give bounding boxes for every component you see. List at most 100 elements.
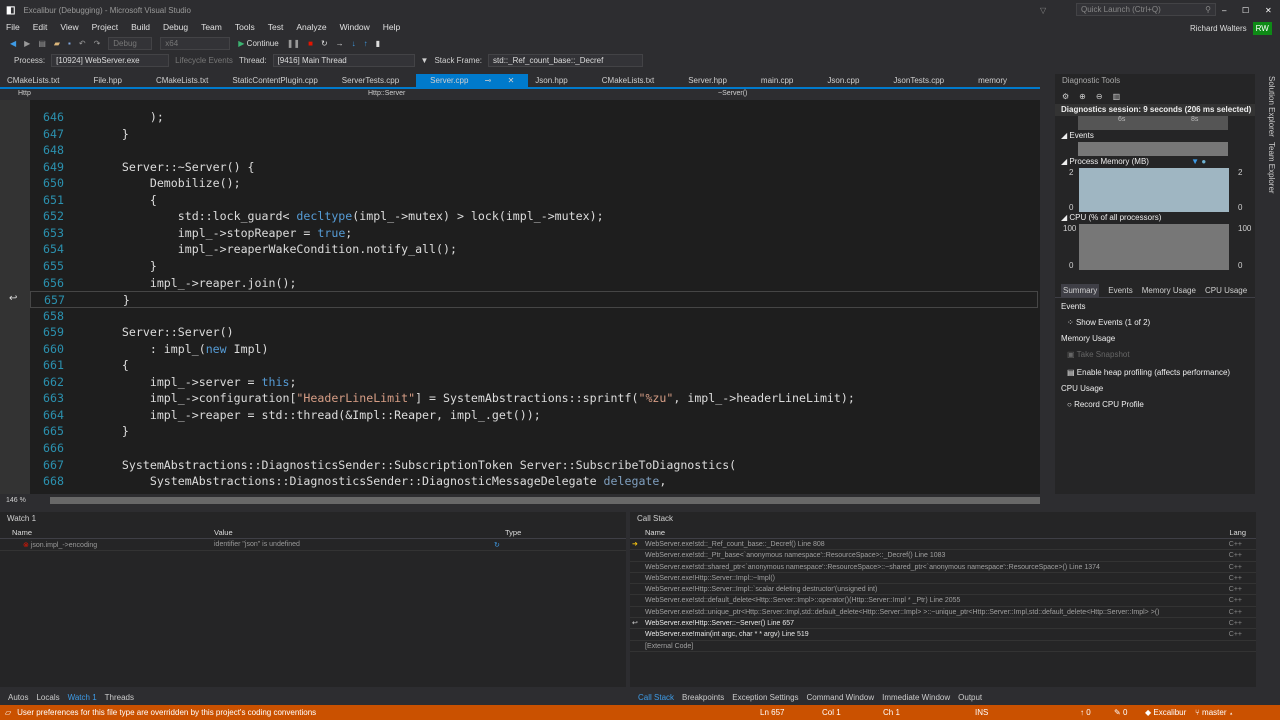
take-snapshot-button[interactable]: ▣ Take Snapshot [1055,349,1255,361]
bookmark-icon[interactable]: ▮ [376,39,380,48]
menu-debug[interactable]: Debug [163,22,188,32]
call-stack-row[interactable]: WebServer.exe!std::unique_ptr<Http::Serv… [630,607,1256,619]
maximize-button[interactable]: ☐ [1242,6,1249,15]
events-track[interactable] [1078,142,1228,156]
col-value[interactable]: Value [200,526,502,539]
call-stack-row[interactable]: WebServer.exe!Http::Server::Impl::`scala… [630,584,1256,596]
menu-project[interactable]: Project [92,22,118,32]
new-project-icon[interactable]: ▤ [38,39,46,48]
tab-call-stack[interactable]: Call Stack [638,693,674,702]
thread-select[interactable]: [9416] Main Thread [272,53,415,67]
memory-graph[interactable]: 2 0 2 0 [1055,168,1255,212]
heap-profiling-button[interactable]: ▤ Enable heap profiling (affects perform… [1055,367,1255,379]
show-events-link[interactable]: ⁘ Show Events (1 of 2) [1055,317,1255,329]
step-out-icon[interactable]: ↑ [364,39,368,48]
menu-file[interactable]: File [6,22,20,32]
tab-cmakelists-2[interactable]: CMakeLists.txt [149,74,215,88]
tab-json-tests[interactable]: JsonTests.cpp [886,74,951,88]
tab-immediate-window[interactable]: Immediate Window [882,693,950,702]
code-line[interactable]: 660 : impl_(new Impl) [30,341,268,358]
code-line[interactable]: 661 { [30,357,129,374]
code-line[interactable]: 650 Demobilize(); [30,175,241,192]
tab-memory[interactable]: memory [971,74,1014,88]
close-button[interactable]: ✕ [1265,6,1272,15]
chart-icon[interactable]: ▥ [1113,92,1121,101]
unpushed-commits[interactable]: ↑ 0 [1080,708,1091,717]
code-line[interactable]: 666 [30,440,94,457]
menu-tools[interactable]: Tools [235,22,255,32]
code-line[interactable]: 654 impl_->reaperWakeCondition.notify_al… [30,241,457,258]
call-stack-row[interactable]: WebServer.exe!main(int argc, char * * ar… [630,629,1256,641]
refresh-icon[interactable]: ↻ [494,541,500,549]
minimize-button[interactable]: – [1222,6,1226,15]
tab-json-cpp[interactable]: Json.cpp [820,74,866,88]
menu-view[interactable]: View [60,22,78,32]
quick-launch-input[interactable]: Quick Launch (Ctrl+Q) ⚲ [1076,3,1216,16]
col-name[interactable]: Name [0,526,200,539]
undo-icon[interactable]: ↶ [79,39,86,48]
tab-command-window[interactable]: Command Window [807,693,875,702]
timeline-ruler[interactable]: 6s 8s [1078,116,1228,130]
scope-dropdown[interactable]: Http::Server [368,90,405,97]
member-dropdown[interactable]: ~Server() [718,90,747,97]
menu-team[interactable]: Team [201,22,222,32]
pending-changes[interactable]: ✎ 0 [1114,708,1127,717]
cpu-graph[interactable]: 100 0 100 0 [1055,224,1255,270]
zoom-in-icon[interactable]: ⊕ [1079,92,1086,101]
menu-build[interactable]: Build [131,22,150,32]
zoom-out-icon[interactable]: ⊖ [1096,92,1103,101]
pin-icon[interactable]: ⊸ [478,76,499,85]
code-line[interactable]: 662 impl_->server = this; [30,374,296,391]
tab-breakpoints[interactable]: Breakpoints [682,693,724,702]
settings-icon[interactable]: ⚙ [1062,92,1069,101]
menu-edit[interactable]: Edit [33,22,48,32]
code-line[interactable]: 655 } [30,258,157,275]
code-editor[interactable]: ↩ 646 ); 647 } 648 649 Server::~Server() {6… [0,100,1040,494]
tab-cmakelists-3[interactable]: CMakeLists.txt [595,74,661,88]
redo-icon[interactable]: ↷ [94,39,101,48]
avatar[interactable]: RW [1252,22,1272,35]
open-icon[interactable]: ▰ [54,39,60,48]
tab-watch-1[interactable]: Watch 1 [68,693,97,702]
code-line[interactable]: 651 { [30,192,157,209]
branch-button[interactable]: ⑂ master ▴ [1195,708,1234,717]
call-stack-row[interactable]: ➜ WebServer.exe!std::_Ref_count_base::_De… [630,539,1256,551]
code-line[interactable]: 656 impl_->reaper.join(); [30,275,296,292]
menu-window[interactable]: Window [340,22,370,32]
tab-threads[interactable]: Threads [105,693,134,702]
code-line[interactable]: 664 impl_->reaper = std::thread(&Impl::R… [30,407,541,424]
record-cpu-button[interactable]: ○ Record CPU Profile [1055,399,1255,411]
code-line[interactable]: 652 std::lock_guard< decltype(impl_->mut… [30,208,604,225]
process-select[interactable]: [10924] WebServer.exe [51,53,170,67]
editor-horizontal-scrollbar[interactable]: 146 % [0,494,1050,506]
call-stack-row[interactable]: ↩ WebServer.exe!Http::Server::~Server() L… [630,618,1256,630]
watch-row[interactable]: ⊗ json.impl_->encoding identifier "json"… [0,539,626,551]
tab-server-tests[interactable]: ServerTests.cpp [335,74,406,88]
code-line[interactable]: 667 SystemAbstractions::DiagnosticsSende… [30,457,736,474]
call-stack-row[interactable]: WebServer.exe!std::_Ptr_base<`anonymous … [630,550,1256,562]
pause-icon[interactable]: ❚❚ [287,39,300,48]
restart-icon[interactable]: ↻ [321,39,328,48]
forward-icon[interactable]: ▶ [24,39,30,48]
tab-server-hpp[interactable]: Server.hpp [681,74,734,88]
lifecycle-events-button[interactable]: Lifecycle Events [175,56,233,65]
close-tab-icon[interactable]: ✕ [501,76,522,85]
call-stack-row[interactable]: WebServer.exe!std::shared_ptr<`anonymous… [630,562,1256,573]
step-over-icon[interactable]: → [336,39,344,48]
tab-locals[interactable]: Locals [36,693,59,702]
col-name[interactable]: Name [645,528,665,537]
code-line[interactable]: 648 [30,142,94,159]
watch-name-cell[interactable]: ⊗ json.impl_->encoding [0,541,200,549]
call-stack-row[interactable]: WebServer.exe!std::default_delete<Http::… [630,595,1256,607]
code-line[interactable]: 653 impl_->stopReaper = true; [30,225,352,242]
code-line[interactable]: 647 } [30,126,129,143]
tab-autos[interactable]: Autos [8,693,28,702]
menu-analyze[interactable]: Analyze [296,22,326,32]
code-line[interactable]: 659 Server::Server() [30,324,234,341]
call-stack-row[interactable]: [External Code] [630,641,1256,652]
tab-cmakelists[interactable]: CMakeLists.txt [0,74,66,88]
code-line[interactable]: 665 } [30,423,129,440]
zoom-level[interactable]: 146 % [6,497,26,504]
stack-frame-select[interactable]: std::_Ref_count_base::_Decref [488,53,644,67]
tab-summary[interactable]: Summary [1061,284,1100,297]
